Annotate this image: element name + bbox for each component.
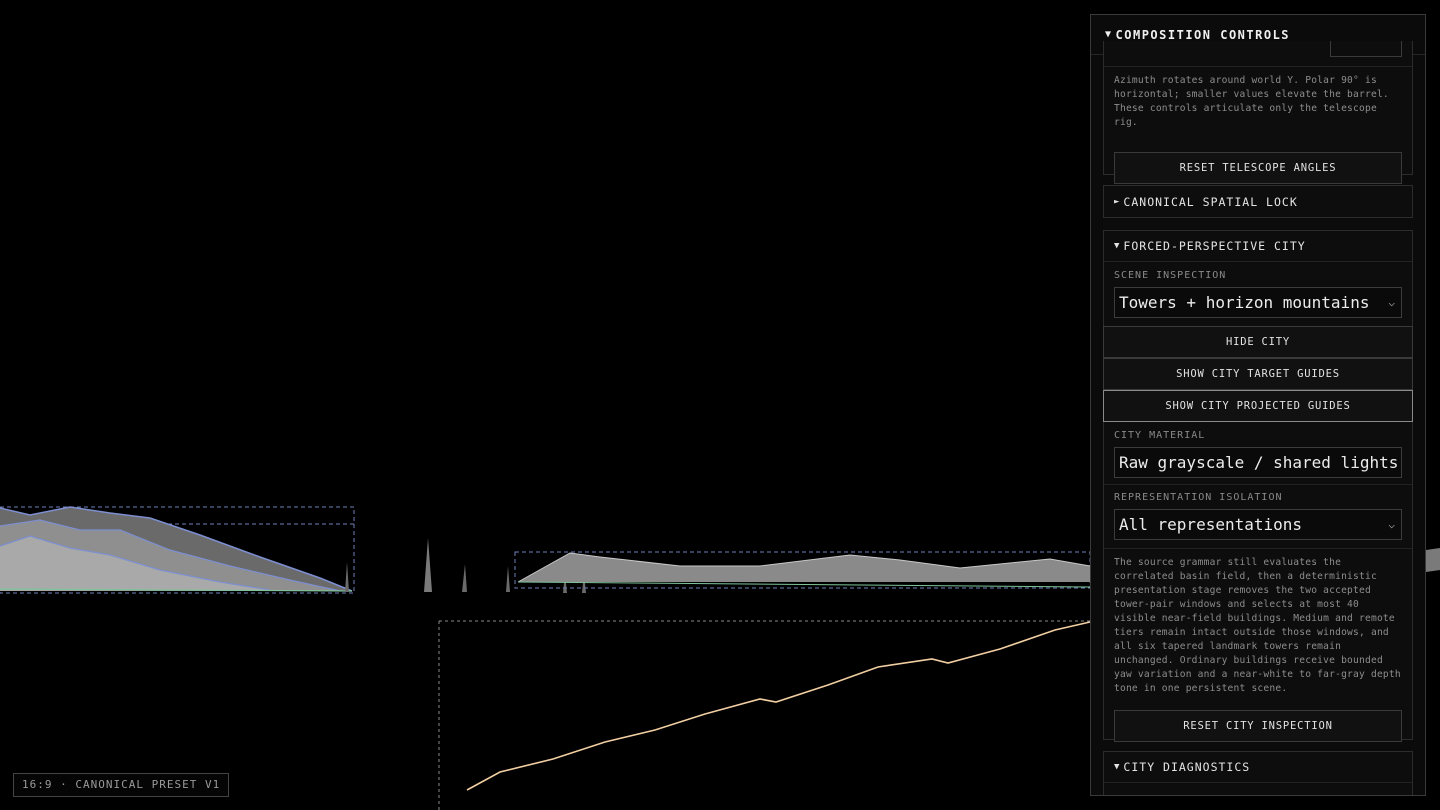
representation-isolation-value: All representations (1119, 515, 1303, 534)
city-material-select[interactable]: Raw grayscale / shared lights (1114, 447, 1402, 478)
telescope-divider (1104, 66, 1412, 67)
show-city-target-guides-button[interactable]: SHOW CITY TARGET GUIDES (1103, 358, 1413, 390)
spatial-lock-title: CANONICAL SPATIAL LOCK (1123, 194, 1298, 209)
chevron-down-icon: ⌵ (1388, 296, 1395, 309)
spatial-lock-header[interactable]: ► CANONICAL SPATIAL LOCK (1104, 186, 1412, 217)
panel-title: COMPOSITION CONTROLS (1115, 27, 1291, 42)
isolation-divider (1104, 548, 1412, 549)
show-city-projected-guides-button[interactable]: SHOW CITY PROJECTED GUIDES (1103, 390, 1413, 422)
collapse-triangle-icon: ▼ (1114, 241, 1121, 251)
tower-spike-1 (424, 538, 432, 592)
city-header[interactable]: ▼ FORCED-PERSPECTIVE CITY (1104, 231, 1412, 262)
telescope-input-edge (1330, 41, 1402, 57)
expand-triangle-icon: ► (1114, 196, 1121, 207)
collapse-triangle-icon: ▼ (1114, 762, 1121, 772)
chevron-down-icon: ⌵ (1388, 518, 1395, 531)
city-material-label: CITY MATERIAL (1114, 430, 1206, 441)
scene-inspection-label: SCENE INSPECTION (1114, 270, 1227, 281)
representation-isolation-select[interactable]: All representations ⌵ (1114, 509, 1402, 540)
city-section: ▼ FORCED-PERSPECTIVE CITY SCENE INSPECTI… (1103, 230, 1413, 742)
composition-controls-panel: ▼ COMPOSITION CONTROLS Azimuth rotates a… (1090, 14, 1426, 796)
projection-curve (466, 621, 1091, 791)
representation-isolation-label: REPRESENTATION ISOLATION (1114, 492, 1283, 503)
city-diagnostics-section: ▼ CITY DIAGNOSTICS (1103, 751, 1413, 795)
telescope-help-text: Azimuth rotates around world Y. Polar 90… (1114, 75, 1389, 128)
scene-inspection-select[interactable]: Towers + horizon mountains ⌵ (1114, 287, 1402, 318)
city-diagnostics-title: CITY DIAGNOSTICS (1123, 760, 1251, 774)
material-divider (1104, 484, 1412, 485)
reset-city-inspection-button[interactable]: RESET CITY INSPECTION (1114, 710, 1402, 742)
hide-city-button[interactable]: HIDE CITY (1103, 326, 1413, 358)
telescope-section: Azimuth rotates around world Y. Polar 90… (1103, 41, 1413, 184)
ground-line-right (517, 581, 1091, 588)
tower-spike-2 (462, 564, 467, 592)
city-diagnostics-header[interactable]: ▼ CITY DIAGNOSTICS (1104, 752, 1412, 783)
collapse-triangle-icon: ▼ (1105, 29, 1113, 40)
horizon-sliver-far-right (1426, 548, 1440, 572)
tower-spike-4 (345, 562, 349, 592)
spatial-lock-section[interactable]: ► CANONICAL SPATIAL LOCK (1103, 185, 1413, 218)
city-help-text: The source grammar still evaluates the c… (1114, 557, 1401, 694)
preset-badge: 16:9 · CANONICAL PRESET V1 (13, 773, 230, 797)
reset-telescope-angles-button[interactable]: RESET TELESCOPE ANGLES (1114, 152, 1402, 184)
city-material-value: Raw grayscale / shared lights (1119, 453, 1399, 472)
scene-inspection-value: Towers + horizon mountains (1119, 293, 1370, 312)
tower-spike-3 (506, 566, 510, 592)
city-title: FORCED-PERSPECTIVE CITY (1123, 239, 1306, 253)
